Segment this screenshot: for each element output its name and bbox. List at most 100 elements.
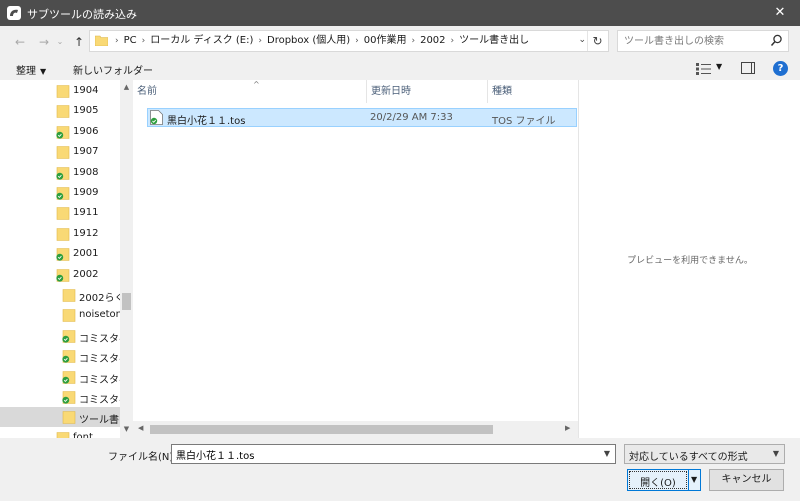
breadcrumb-item[interactable]: ローカル ディスク (E:) [150, 35, 253, 46]
tree-item[interactable]: 1911 [0, 203, 120, 223]
file-type-filter[interactable]: 対応しているすべての形式 ▼ [624, 444, 785, 464]
folder-icon [62, 289, 76, 302]
preview-pane-icon[interactable] [741, 62, 755, 74]
back-arrow-icon[interactable]: ← [12, 34, 28, 50]
breadcrumb-separator-icon[interactable]: › [115, 36, 119, 46]
open-button[interactable]: 開く(O) ▼ [627, 469, 701, 491]
filename-label: ファイル名(N): [108, 452, 177, 463]
tree-item-label: ツール書き [79, 415, 120, 427]
tree-item[interactable]: 2002 [0, 265, 120, 285]
tree-item[interactable]: 1904 [0, 81, 120, 101]
file-list: ^ 名前 更新日時 種類 黒白小花１１.tos 20/2/29 AM 7:33 … [133, 80, 578, 438]
tree-item-label: 1905 [73, 105, 99, 117]
address-dropdown-icon[interactable]: ⌄ [578, 35, 586, 45]
scroll-down-icon[interactable]: ▼ [120, 425, 133, 433]
organize-caret-icon: ▼ [40, 67, 47, 76]
synced-folder-icon [62, 329, 76, 343]
bottom-bar: ファイル名(N): ▼ 対応しているすべての形式 ▼ 開く(O) ▼ キャンセル [0, 438, 800, 501]
tree-item[interactable]: 1906 [0, 122, 120, 142]
breadcrumb-item[interactable]: Dropbox (個人用) [267, 35, 350, 46]
breadcrumb-item[interactable]: ツール書き出し [459, 35, 529, 46]
folder-icon [56, 146, 70, 159]
cancel-button[interactable]: キャンセル [709, 469, 784, 491]
forward-arrow-icon[interactable]: → [36, 34, 52, 50]
file-type: TOS ファイル [492, 116, 556, 127]
column-header-type[interactable]: 種類 [488, 80, 578, 103]
tree-item-label: 2002らくか [79, 293, 120, 304]
search-box [617, 30, 789, 52]
open-options-dropdown-icon[interactable]: ▼ [691, 475, 697, 484]
breadcrumb-separator-icon[interactable]: › [142, 36, 146, 46]
organize-button[interactable]: 整理 ▼ [16, 62, 46, 77]
synced-folder-icon [56, 166, 70, 180]
breadcrumb-item[interactable]: 2002 [420, 35, 445, 46]
navigation-scrollbar[interactable]: ▲ ▼ [120, 80, 133, 438]
synced-folder-icon [56, 248, 70, 261]
folder-icon [95, 35, 108, 46]
tree-item[interactable]: 2001 [0, 244, 120, 264]
tree-item[interactable]: 1912 [0, 224, 120, 244]
file-row[interactable]: 黒白小花１１.tos 20/2/29 AM 7:33 TOS ファイル [147, 108, 577, 127]
synced-folder-icon [56, 268, 70, 282]
breadcrumb-item[interactable]: PC [124, 35, 137, 46]
filename-dropdown-icon[interactable]: ▼ [604, 449, 610, 458]
breadcrumb-separator-icon[interactable]: › [355, 36, 359, 46]
tree-item-label: 1907 [73, 146, 99, 158]
open-button-label: 開く(O) [640, 478, 676, 489]
breadcrumb-separator-icon[interactable]: › [411, 36, 415, 46]
scroll-left-icon[interactable]: ◀ [138, 424, 143, 432]
file-type-dropdown-icon: ▼ [772, 449, 779, 458]
tree-item-label: コミスタベー [79, 374, 120, 386]
new-folder-button[interactable]: 新しいフォルダー [73, 62, 153, 77]
refresh-icon[interactable]: ↻ [587, 31, 607, 51]
tree-item[interactable]: ツール書き [0, 407, 120, 428]
folder-icon [62, 411, 76, 425]
help-icon[interactable]: ? [773, 61, 788, 76]
file-list-scrollbar[interactable]: ◀ ▶ [133, 421, 578, 438]
folder-icon [56, 85, 70, 98]
command-bar: 整理 ▼ 新しいフォルダー ▼ ? [0, 58, 800, 80]
tree-item[interactable]: font [0, 428, 120, 438]
tree-item[interactable]: コミスタベー [0, 367, 120, 387]
filename-input[interactable] [172, 445, 592, 463]
address-bar[interactable]: › PC › ローカル ディスク (E:) › Dropbox (個人用) › 00作業用 › 2… [89, 30, 609, 52]
breadcrumb-separator-icon[interactable]: › [451, 36, 455, 46]
tree-item-label: 2001 [73, 248, 99, 260]
tree-item[interactable]: コミスタベー [0, 387, 120, 407]
tree-item-label: コミスタベー [79, 395, 120, 406]
tree-item-label: コミスタベー [79, 354, 120, 366]
breadcrumb-item[interactable]: 00作業用 [364, 35, 407, 46]
breadcrumb-separator-icon[interactable]: › [258, 36, 262, 46]
scroll-right-icon[interactable]: ▶ [565, 424, 570, 432]
file-list-scrollbar-thumb[interactable] [150, 425, 493, 434]
tree-item[interactable]: 2002らくか [0, 285, 120, 305]
tree-item-label: noiseton [79, 309, 120, 321]
tree-item[interactable]: 1907 [0, 142, 120, 162]
search-icon[interactable] [770, 34, 783, 47]
close-button[interactable]: ✕ [760, 0, 800, 26]
tree-item[interactable]: 1905 [0, 101, 120, 121]
search-input[interactable] [618, 31, 766, 51]
synced-folder-icon [56, 187, 70, 200]
tree-item[interactable]: コミスタベー [0, 346, 120, 366]
folder-icon [56, 105, 70, 119]
tree-item[interactable]: noiseton [0, 305, 120, 325]
up-arrow-icon[interactable]: ↑ [71, 34, 87, 50]
column-header-name[interactable]: 名前 [133, 80, 366, 103]
open-button-divider [688, 470, 689, 490]
tree-item[interactable]: 1909 [0, 183, 120, 203]
tree-item[interactable]: 1908 [0, 163, 120, 183]
organize-label: 整理 [16, 66, 36, 77]
window-title: サブツールの読み込み [27, 8, 137, 21]
view-options-icon[interactable] [696, 63, 712, 75]
file-name: 黒白小花１１.tos [167, 116, 246, 127]
navigation-scrollbar-thumb[interactable] [122, 293, 131, 310]
recent-dropdown-icon[interactable]: ⌄ [52, 34, 68, 50]
tree-item[interactable]: コミスタベー [0, 326, 120, 346]
folder-icon [62, 309, 76, 323]
column-header-modified[interactable]: 更新日時 [367, 80, 487, 103]
view-options-caret-icon[interactable]: ▼ [716, 62, 722, 71]
scroll-up-icon[interactable]: ▲ [120, 83, 133, 91]
folder-icon [56, 431, 70, 438]
navigation-pane: 1904 1905 1906 1907 1908 1909 1911 1912 2001 2002… [0, 80, 133, 438]
